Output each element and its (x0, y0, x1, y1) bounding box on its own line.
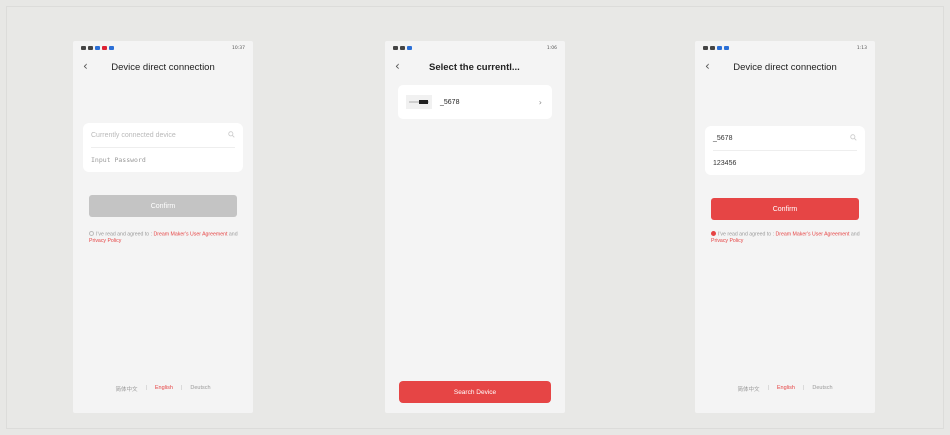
page-title: Device direct connection (733, 61, 837, 73)
agree-and: and (850, 231, 860, 238)
password-placeholder: Input Password (91, 156, 146, 164)
agreement-text: I've read and agreed to : Dream Maker's … (89, 231, 241, 245)
search-device-label: Search Device (453, 388, 497, 396)
agreement-text: I've read and agreed to : Dream Maker's … (711, 231, 863, 245)
nav-bar: ‹ Select the currentl... (385, 57, 565, 77)
back-arrow-icon[interactable]: ‹ (395, 59, 400, 73)
password-value: 123456 (713, 159, 737, 167)
phone-screen-login-empty: 10:37 ‹ Device direct connection Current… (73, 41, 253, 413)
language-switcher: 简体中文 | English | Deutsch (695, 385, 875, 393)
agree-prefix: I've read and agreed to : (96, 231, 153, 238)
lang-zh[interactable]: 简体中文 (115, 385, 137, 393)
page-title: Select the currentl... (429, 61, 520, 73)
nav-bar: ‹ Device direct connection (695, 57, 875, 77)
screenshot-frame: 10:37 ‹ Device direct connection Current… (6, 6, 944, 429)
back-arrow-icon[interactable]: ‹ (83, 59, 88, 73)
separator: | (145, 385, 147, 391)
separator: | (802, 385, 805, 391)
lang-de[interactable]: Deutsch (190, 385, 210, 393)
status-time: 1:06 (546, 45, 557, 51)
agree-prefix: I've read and agreed to : (718, 231, 775, 238)
separator: | (180, 385, 183, 391)
agree-checkbox[interactable] (711, 231, 716, 236)
phone-screen-select-device: 1:06 ‹ Select the currentl... _5678 › Se… (385, 41, 565, 413)
connection-form: _5678 123456 (705, 126, 865, 175)
search-icon[interactable] (228, 131, 235, 138)
confirm-label: Confirm (772, 205, 798, 213)
password-field[interactable]: Input Password (83, 148, 243, 172)
nav-bar: ‹ Device direct connection (73, 57, 253, 77)
status-bar: 1:06 (393, 44, 557, 52)
lang-en[interactable]: English (155, 385, 173, 393)
password-field[interactable]: 123456 (705, 151, 865, 175)
status-time: 10:37 (232, 45, 245, 51)
device-field[interactable]: _5678 (705, 126, 865, 150)
user-agreement-link[interactable]: Dream Maker's User Agreement (154, 232, 228, 238)
agree-and: and (228, 231, 238, 238)
confirm-button[interactable]: Confirm (711, 198, 859, 220)
language-switcher: 简体中文 | English | Deutsch (73, 385, 253, 393)
status-bar: 10:37 (81, 44, 245, 52)
privacy-policy-link[interactable]: Privacy Policy (89, 238, 121, 244)
user-agreement-link[interactable]: Dream Maker's User Agreement (776, 232, 850, 238)
status-time: 1:13 (856, 45, 867, 51)
device-placeholder: Currently connected device (91, 131, 176, 139)
agree-checkbox[interactable] (89, 231, 94, 236)
confirm-label: Confirm (150, 202, 176, 210)
separator: | (767, 385, 769, 391)
device-thumbnail (406, 95, 432, 109)
chevron-right-icon: › (538, 97, 542, 107)
privacy-policy-link[interactable]: Privacy Policy (711, 238, 743, 244)
device-field[interactable]: Currently connected device (83, 123, 243, 147)
status-bar: 1:13 (703, 44, 867, 52)
lang-zh[interactable]: 简体中文 (737, 385, 759, 393)
device-list-item[interactable]: _5678 › (398, 85, 552, 119)
lang-en[interactable]: English (777, 385, 795, 393)
connection-form: Currently connected device Input Passwor… (83, 123, 243, 172)
device-value: _5678 (713, 134, 733, 142)
back-arrow-icon[interactable]: ‹ (705, 59, 710, 73)
page-title: Device direct connection (111, 61, 215, 73)
lang-de[interactable]: Deutsch (812, 385, 832, 393)
search-icon[interactable] (850, 134, 857, 141)
device-name: _5678 (440, 98, 460, 106)
confirm-button[interactable]: Confirm (89, 195, 237, 217)
search-device-button[interactable]: Search Device (399, 381, 551, 403)
phone-screen-login-filled: 1:13 ‹ Device direct connection _5678 12… (695, 41, 875, 413)
